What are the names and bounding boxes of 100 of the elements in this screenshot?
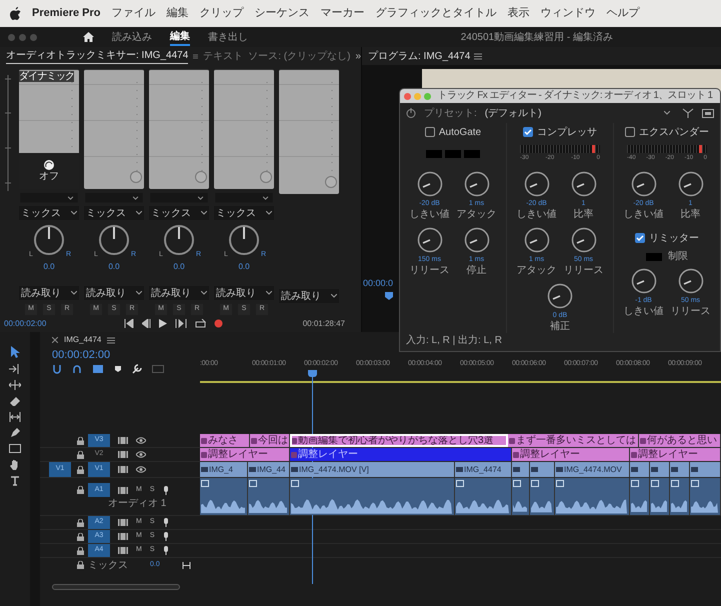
checkbox[interactable] (625, 127, 635, 137)
panel-tab[interactable]: テキスト (203, 48, 244, 64)
lock-icon[interactable] (77, 466, 84, 474)
mode-dropdown[interactable]: ミックス (19, 206, 79, 220)
rotary-knob[interactable] (547, 283, 573, 309)
rotary-knob[interactable] (416, 227, 442, 253)
rotary-knob[interactable] (570, 227, 596, 253)
microphone-icon[interactable] (162, 518, 169, 527)
preset-dropdown[interactable]: (デフォルト) (484, 106, 674, 120)
rotary-knob[interactable] (630, 268, 656, 294)
snap-icon[interactable] (52, 364, 62, 374)
audio-clip[interactable] (630, 478, 650, 515)
video-clip[interactable] (530, 462, 555, 477)
adjustment-layer-clip[interactable]: 調整レイヤー (200, 448, 290, 461)
go-to-start-button[interactable] (124, 319, 134, 328)
automation-dropdown[interactable]: 読み取り (84, 286, 144, 300)
marker-icon[interactable] (114, 365, 122, 373)
type-tool-icon[interactable] (10, 476, 20, 486)
close-icon[interactable] (52, 337, 58, 343)
slip-tool-icon[interactable] (9, 412, 21, 422)
lock-icon[interactable] (77, 450, 84, 458)
track-output-icon[interactable] (118, 519, 128, 526)
adjustment-layer-clip[interactable]: 調整レイヤー (290, 448, 512, 461)
video-clip[interactable] (650, 462, 670, 477)
play-in-to-out-button[interactable] (175, 319, 187, 328)
rotary-knob[interactable] (630, 171, 656, 197)
rotary-knob[interactable] (416, 171, 442, 197)
adjustment-layer-clip[interactable]: 調整レイヤー (512, 448, 630, 461)
playhead-marker-icon[interactable] (384, 291, 394, 301)
workspace-tab[interactable]: 読み込み (112, 30, 152, 44)
power-icon[interactable] (406, 108, 416, 118)
audio-clip[interactable] (200, 478, 248, 515)
automation-dropdown[interactable]: 読み取り (19, 286, 79, 300)
rotary-knob[interactable] (464, 227, 490, 253)
menu-item[interactable]: 表示 (507, 5, 530, 22)
video-clip[interactable] (512, 462, 530, 477)
panel-overflow-button[interactable]: » (355, 48, 361, 64)
audio-clip[interactable] (512, 478, 530, 515)
razor-tool-icon[interactable] (9, 396, 21, 406)
home-icon[interactable] (83, 32, 94, 42)
track-output-icon[interactable] (118, 547, 128, 554)
menu-item[interactable]: ウィンドウ (540, 5, 596, 22)
panel-tab[interactable]: プログラム: IMG_4474 (368, 48, 470, 64)
fader-track[interactable] (84, 69, 144, 189)
selection-tool-icon[interactable] (10, 346, 20, 358)
checkbox[interactable] (523, 127, 533, 137)
automation-dropdown[interactable]: 読み取り (214, 286, 274, 300)
checkbox[interactable] (635, 233, 645, 243)
play-button[interactable] (159, 319, 167, 328)
menu-item[interactable]: グラフィックとタイトル (375, 5, 496, 22)
video-clip[interactable] (690, 462, 721, 477)
record-button[interactable] (214, 319, 223, 328)
video-clip[interactable]: IMG_4474.MOV (555, 462, 630, 477)
current-timecode[interactable]: 00:00:02:00 (4, 318, 124, 330)
pan-knob[interactable] (228, 224, 260, 256)
panel-tab[interactable]: オーディオトラックミキサー: IMG_4474 (6, 48, 188, 64)
fit-icon[interactable] (182, 562, 191, 568)
audio-clip[interactable] (650, 478, 670, 515)
panel-tab[interactable]: ソース: (クリップなし) (248, 48, 350, 64)
wrench-icon[interactable] (132, 364, 142, 374)
fader-track[interactable]: ダイナミック オフ (19, 69, 79, 189)
eye-icon[interactable] (136, 451, 146, 458)
program-timecode[interactable]: 00:00:0 (363, 277, 394, 290)
lock-icon[interactable] (77, 532, 84, 540)
loop-button[interactable] (195, 319, 206, 328)
audio-clip[interactable] (555, 478, 630, 515)
zoom-scrollbar[interactable] (52, 584, 180, 590)
panel-menu-icon[interactable] (107, 336, 116, 344)
fader-track[interactable] (214, 69, 274, 189)
rotary-knob[interactable] (524, 227, 550, 253)
film-icon[interactable] (118, 451, 128, 458)
fader-thumb[interactable] (130, 170, 142, 183)
routing-icon[interactable] (682, 108, 694, 118)
rectangle-tool-icon[interactable] (9, 444, 21, 453)
playhead-handle[interactable] (308, 370, 317, 377)
lock-icon[interactable] (77, 436, 84, 444)
mode-dropdown[interactable]: ミックス (84, 206, 144, 220)
sequence-tab[interactable]: IMG_4474 (64, 334, 102, 346)
track-output-icon[interactable] (118, 533, 128, 540)
mode-dropdown[interactable]: ミックス (214, 206, 274, 220)
audio-clip[interactable] (670, 478, 690, 515)
rotary-knob[interactable] (524, 171, 550, 197)
video-clip[interactable]: IMG_4 (200, 462, 248, 477)
menu-item[interactable]: マーカー (320, 5, 364, 22)
automation-dropdown[interactable]: 読み取り (149, 286, 209, 300)
rotary-knob[interactable] (570, 171, 596, 197)
audio-clip[interactable] (690, 478, 721, 515)
audio-clip[interactable] (290, 478, 455, 515)
menu-item[interactable]: 編集 (166, 5, 188, 22)
fader-thumb[interactable] (325, 176, 337, 188)
rotary-knob[interactable] (678, 268, 704, 294)
apple-logo-icon[interactable] (10, 7, 21, 20)
step-back-button[interactable] (142, 319, 151, 328)
rotary-knob[interactable] (464, 171, 490, 197)
automation-dropdown[interactable]: 読み取り (279, 289, 339, 303)
pan-knob[interactable] (33, 224, 65, 256)
film-icon[interactable] (118, 437, 128, 444)
microphone-icon[interactable] (162, 486, 169, 494)
text-clip[interactable]: みなさ (200, 434, 250, 447)
hand-tool-icon[interactable] (10, 459, 20, 470)
